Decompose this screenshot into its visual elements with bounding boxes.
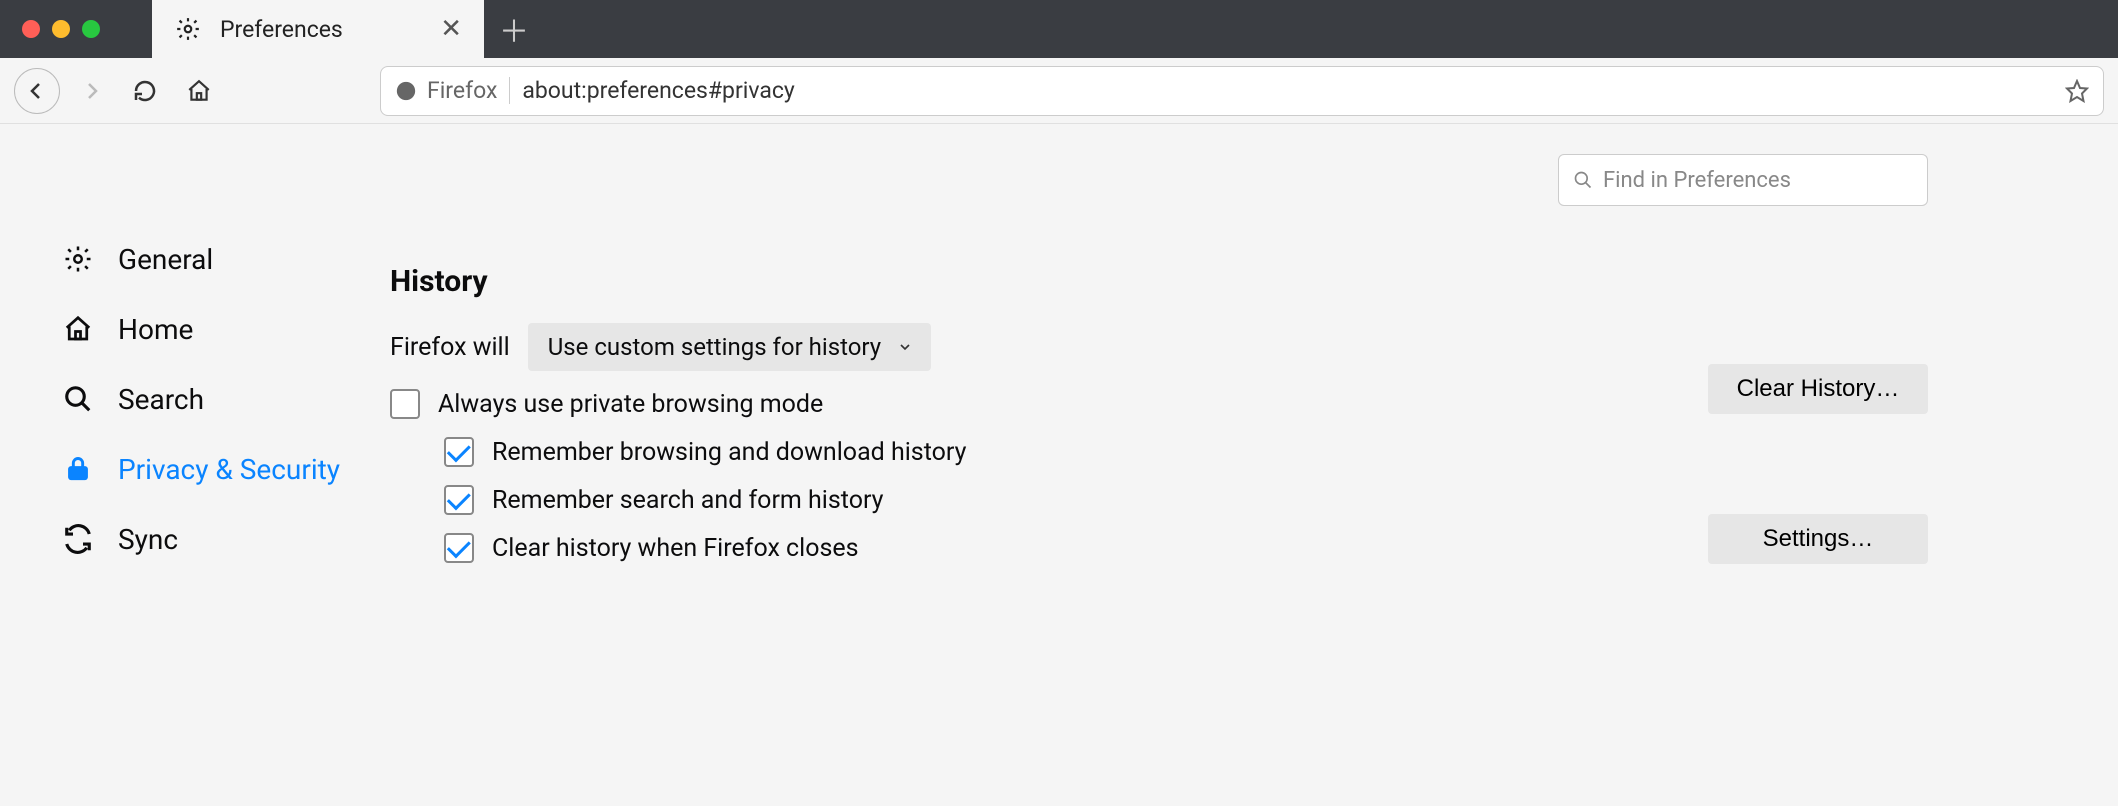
home-icon (60, 314, 96, 344)
clear-history-button[interactable]: Clear History… (1708, 364, 1928, 414)
sidebar-item-label: Search (118, 383, 204, 416)
option-private-browsing[interactable]: Always use private browsing mode (390, 389, 1390, 419)
option-label: Remember search and form history (492, 486, 884, 515)
address-url: about:preferences#privacy (522, 77, 2053, 104)
sidebar-item-label: General (118, 243, 213, 276)
sidebar-item-privacy[interactable]: Privacy & Security (60, 434, 390, 504)
option-label: Clear history when Firefox closes (492, 534, 859, 563)
main: General Home Search Privacy & Security S… (0, 124, 2118, 806)
content: Find in Preferences History Firefox will… (390, 124, 2118, 806)
lock-icon (60, 455, 96, 483)
sidebar-item-label: Sync (118, 523, 178, 556)
reload-button[interactable] (122, 68, 168, 114)
search-icon (1573, 170, 1593, 190)
section-title: History (390, 264, 1390, 299)
search-placeholder: Find in Preferences (1603, 168, 1791, 193)
sidebar-item-search[interactable]: Search (60, 364, 390, 434)
action-buttons: Clear History… Settings… (1708, 364, 1928, 564)
checkbox-clear-on-close[interactable] (444, 533, 474, 563)
tab-strip: Preferences ✕ ＋ (0, 0, 2118, 58)
option-label: Always use private browsing mode (438, 390, 823, 419)
preferences-search[interactable]: Find in Preferences (1558, 154, 1928, 206)
toolbar: Firefox about:preferences#privacy (0, 58, 2118, 124)
home-button[interactable] (176, 68, 222, 114)
history-mode-select[interactable]: Use custom settings for history (528, 323, 931, 371)
minimize-window-button[interactable] (52, 20, 70, 38)
gear-icon (170, 16, 206, 42)
checkbox-remember-search[interactable] (444, 485, 474, 515)
history-settings-button[interactable]: Settings… (1708, 514, 1928, 564)
close-window-button[interactable] (22, 20, 40, 38)
search-icon (60, 384, 96, 414)
option-remember-search[interactable]: Remember search and form history (444, 485, 1390, 515)
option-label: Remember browsing and download history (492, 438, 966, 467)
window-controls (0, 0, 152, 58)
sidebar: General Home Search Privacy & Security S… (0, 124, 390, 806)
option-remember-browsing[interactable]: Remember browsing and download history (444, 437, 1390, 467)
history-section: History Firefox will Use custom settings… (390, 264, 1390, 563)
back-button[interactable] (14, 68, 60, 114)
checkbox-remember-browsing[interactable] (444, 437, 474, 467)
maximize-window-button[interactable] (82, 20, 100, 38)
forward-button[interactable] (68, 68, 114, 114)
close-tab-button[interactable]: ✕ (436, 12, 466, 46)
checkbox-private-browsing[interactable] (390, 389, 420, 419)
address-prefix-label: Firefox (427, 77, 497, 104)
option-clear-on-close[interactable]: Clear history when Firefox closes (444, 533, 1390, 563)
sidebar-item-general[interactable]: General (60, 224, 390, 294)
address-identity: Firefox (395, 77, 510, 104)
tab-preferences[interactable]: Preferences ✕ (152, 0, 484, 58)
history-mode-row: Firefox will Use custom settings for his… (390, 323, 1390, 371)
sidebar-item-label: Home (118, 313, 193, 346)
sidebar-item-label: Privacy & Security (118, 453, 340, 486)
sidebar-item-sync[interactable]: Sync (60, 504, 390, 574)
new-tab-button[interactable]: ＋ (484, 0, 544, 58)
sync-icon (60, 524, 96, 554)
chevron-down-icon (897, 339, 913, 355)
selector-label: Firefox will (390, 333, 510, 362)
address-bar[interactable]: Firefox about:preferences#privacy (380, 66, 2104, 116)
gear-icon (60, 244, 96, 274)
bookmark-star-icon[interactable] (2065, 79, 2089, 103)
tab-label: Preferences (220, 16, 422, 43)
sidebar-item-home[interactable]: Home (60, 294, 390, 364)
select-value: Use custom settings for history (548, 333, 881, 361)
